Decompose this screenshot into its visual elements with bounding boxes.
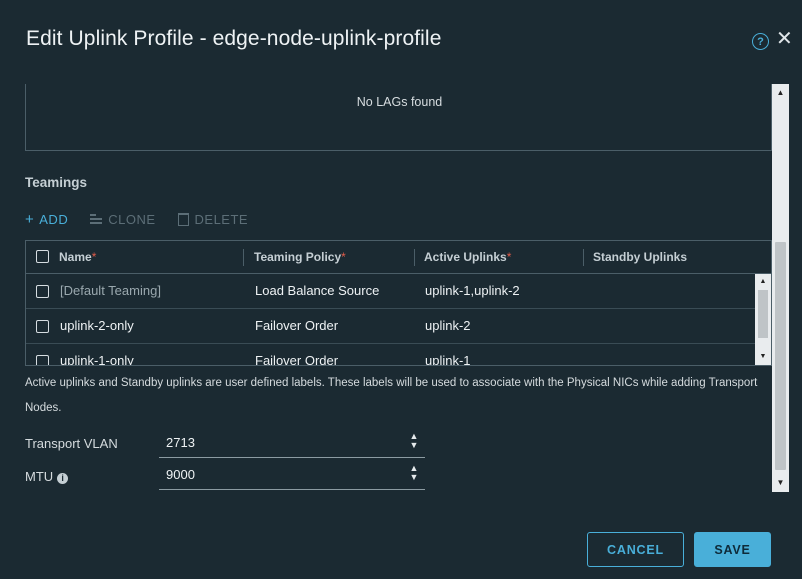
help-icon[interactable]: ?	[752, 33, 769, 50]
teaming-name: uplink-1-only	[60, 353, 134, 365]
info-icon[interactable]: i	[57, 473, 69, 484]
column-header-name[interactable]: Name*	[59, 241, 96, 274]
mtu-label-wrap: MTU i	[25, 469, 69, 484]
teaming-policy: Failover Order	[255, 353, 339, 365]
dialog-scrollbar[interactable]: ▲ ▼	[772, 84, 789, 492]
uplinks-help-text: Active uplinks and Standby uplinks are u…	[25, 377, 758, 414]
table-row[interactable]: uplink-1-only Failover Order uplink-1	[26, 344, 755, 365]
trash-icon	[177, 212, 189, 226]
cancel-button[interactable]: CANCEL	[587, 532, 684, 567]
mtu-value: 9000	[166, 467, 195, 482]
plus-icon: +	[25, 210, 35, 228]
transport-vlan-field[interactable]: 2713 ▲ ▼	[159, 428, 425, 458]
active-uplinks: uplink-1,uplink-2	[425, 283, 520, 298]
clone-label: CLONE	[108, 211, 156, 227]
scroll-up-icon[interactable]: ▲	[755, 276, 771, 288]
teamings-grid: Name* Teaming Policy* Active Uplinks* St…	[25, 240, 772, 366]
close-icon[interactable]: ✕	[776, 29, 793, 49]
column-separator[interactable]	[583, 249, 584, 266]
edit-uplink-profile-dialog: Edit Uplink Profile - edge-node-uplink-p…	[0, 0, 802, 579]
spinner-icon[interactable]: ▲ ▼	[409, 432, 419, 450]
scroll-up-icon[interactable]: ▲	[772, 86, 789, 100]
column-separator[interactable]	[414, 249, 415, 266]
scroll-down-icon[interactable]: ▼	[755, 351, 771, 363]
clone-teaming-button[interactable]: CLONE	[90, 212, 155, 227]
mtu-label: MTU	[25, 469, 54, 484]
active-uplinks: uplink-1	[425, 353, 471, 365]
lags-empty-message: No LAGs found	[356, 95, 443, 109]
table-row[interactable]: [Default Teaming] Load Balance Source up…	[26, 274, 755, 309]
column-header-standby-uplinks[interactable]: Standby Uplinks	[593, 241, 687, 274]
add-teaming-button[interactable]: + ADD	[25, 211, 68, 228]
add-label: ADD	[39, 211, 69, 227]
spinner-icon[interactable]: ▲ ▼	[409, 464, 419, 482]
select-all-checkbox[interactable]	[36, 250, 49, 263]
clone-icon	[90, 214, 103, 224]
transport-vlan-value: 2713	[166, 435, 195, 450]
teamings-grid-scrollbar[interactable]: ▲ ▼	[755, 274, 771, 365]
teamings-toolbar: + ADD CLONE DELETE	[25, 209, 270, 229]
teamings-grid-header: Name* Teaming Policy* Active Uplinks* St…	[26, 241, 771, 274]
table-row[interactable]: uplink-2-only Failover Order uplink-2	[26, 309, 755, 344]
dialog-title: Edit Uplink Profile - edge-node-uplink-p…	[26, 27, 442, 50]
delete-teaming-button[interactable]: DELETE	[177, 211, 249, 227]
row-checkbox[interactable]	[36, 355, 49, 365]
teamings-section-title: Teamings	[25, 175, 88, 190]
mtu-field[interactable]: 9000 ▲ ▼	[159, 460, 425, 490]
teaming-name: uplink-2-only	[60, 318, 134, 333]
save-button[interactable]: SAVE	[694, 532, 771, 567]
teaming-policy: Failover Order	[255, 318, 339, 333]
active-uplinks: uplink-2	[425, 318, 471, 333]
dialog-body: No LAGs found Teamings + ADD CLONE DELET…	[0, 84, 790, 492]
column-header-active-uplinks[interactable]: Active Uplinks*	[424, 241, 511, 274]
delete-label: DELETE	[194, 211, 249, 227]
column-separator[interactable]	[243, 249, 244, 266]
lags-grid: No LAGs found	[25, 84, 772, 151]
teaming-policy: Load Balance Source	[255, 283, 380, 298]
row-checkbox[interactable]	[36, 285, 49, 298]
scrollbar-thumb[interactable]	[775, 242, 786, 470]
row-checkbox[interactable]	[36, 320, 49, 333]
scroll-down-icon[interactable]: ▼	[772, 476, 789, 490]
scrollbar-thumb[interactable]	[758, 290, 768, 338]
teamings-grid-body: [Default Teaming] Load Balance Source up…	[26, 274, 755, 365]
column-header-teaming-policy[interactable]: Teaming Policy*	[254, 241, 346, 274]
transport-vlan-label: Transport VLAN	[25, 436, 118, 451]
teaming-name: [Default Teaming]	[60, 283, 161, 298]
